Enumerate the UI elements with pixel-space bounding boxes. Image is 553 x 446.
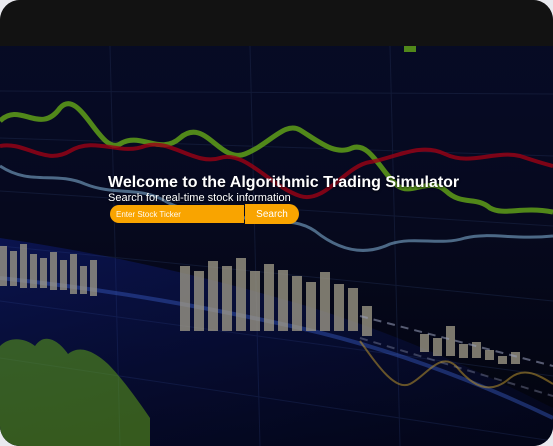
- page-title: Welcome to the Algorithmic Trading Simul…: [108, 174, 460, 191]
- top-bar: [0, 0, 553, 46]
- hero-section: Welcome to the Algorithmic Trading Simul…: [108, 174, 528, 224]
- background-chart-art: [0, 45, 553, 446]
- trading-chart-background: [0, 45, 553, 446]
- stock-search-bar: Search: [110, 204, 299, 224]
- stock-ticker-input[interactable]: [110, 205, 244, 223]
- app-window: Welcome to the Algorithmic Trading Simul…: [0, 0, 553, 446]
- search-button[interactable]: Search: [245, 204, 299, 224]
